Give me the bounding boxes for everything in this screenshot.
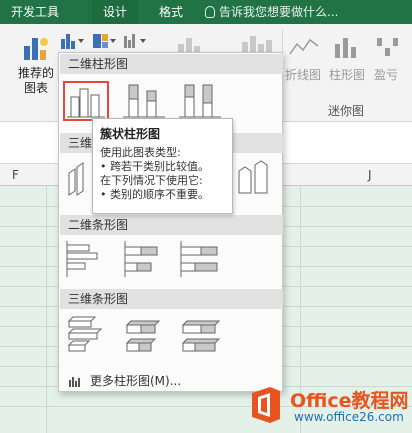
stacked-column-thumb[interactable] xyxy=(121,81,167,121)
column-chart-gallery: 二维柱形图 三维 二维条形图 三维条形图 更多柱形图(M)... xyxy=(58,52,283,392)
clustered-column-thumb[interactable] xyxy=(63,81,109,121)
percent-stacked-bar-thumb[interactable] xyxy=(177,239,223,279)
3d-column-thumb[interactable] xyxy=(231,157,277,197)
tab-developer[interactable]: 开发工具 xyxy=(0,0,70,24)
sparkline-winloss-icon xyxy=(377,38,398,56)
sparkline-line-button[interactable]: 折线图 xyxy=(285,66,321,83)
column-header-f[interactable]: F xyxy=(12,168,19,182)
3d-stacked-bar-thumb[interactable] xyxy=(121,315,167,355)
clustered-column-icon xyxy=(67,88,105,118)
stacked-bar-thumb[interactable] xyxy=(121,239,167,279)
sparkline-column-icon xyxy=(335,38,356,58)
recommended-charts-label: 推荐的 图表 xyxy=(14,66,58,96)
tooltip-line-3: 在下列情况下使用它: xyxy=(100,174,203,187)
pivot-chart-button-faded[interactable] xyxy=(176,34,206,58)
percent-stacked-bar-icon xyxy=(180,241,218,277)
tooltip-line-4: • 类别的顺序不重要。 xyxy=(100,188,209,201)
sparkline-column-button[interactable]: 柱形图 xyxy=(329,66,365,83)
3d-stacked-bar-icon xyxy=(125,320,161,352)
tell-me-text: 告诉我您想要做什么... xyxy=(219,5,339,19)
3d-percent-stacked-bar-icon xyxy=(181,320,221,352)
statistic-chart-button[interactable] xyxy=(122,32,148,50)
recommended-line2: 图表 xyxy=(23,81,48,95)
column-chart-dropdown-button[interactable] xyxy=(60,32,86,50)
3d-clustered-bar-thumb[interactable] xyxy=(63,315,109,355)
sparkline-winloss-button[interactable]: 盈亏 xyxy=(374,66,398,83)
more-charts-icon xyxy=(69,377,80,387)
3d-percent-stacked-bar-thumb[interactable] xyxy=(177,315,223,355)
office-logo-icon xyxy=(252,387,280,423)
watermark-url: www.office26.com xyxy=(294,410,404,424)
more-column-charts-label: 更多柱形图(M)... xyxy=(90,374,182,388)
tab-design[interactable]: 设计 xyxy=(92,0,138,24)
tooltip-title: 簇状柱形图 xyxy=(100,127,161,141)
statistic-chart-icon xyxy=(124,34,146,48)
percent-stacked-column-thumb[interactable] xyxy=(177,81,223,121)
watermark-name: Office教程网 xyxy=(290,390,409,412)
column-chart-icon xyxy=(61,34,84,49)
sparkline-line-icon xyxy=(289,38,319,55)
tab-format[interactable]: 格式 xyxy=(148,0,194,24)
chart-type-tooltip: 簇状柱形图 使用此图表类型: • 跨若干类别比较值。 在下列情况下使用它: • … xyxy=(92,118,233,214)
lightbulb-icon xyxy=(205,6,215,18)
clustered-bar-thumb[interactable] xyxy=(63,239,109,279)
3d-clustered-bar-icon xyxy=(67,316,103,352)
percent-stacked-column-icon xyxy=(179,84,221,118)
tell-me-search[interactable]: 告诉我您想要做什么... xyxy=(205,0,338,24)
3d-column-icon xyxy=(238,160,268,194)
column-header-j[interactable]: J xyxy=(368,168,372,182)
map-chart-button-faded[interactable] xyxy=(238,34,278,58)
stacked-bar-icon xyxy=(124,241,158,277)
watermark: Office教程网 www.office26.com xyxy=(246,382,410,430)
recommended-charts-icon xyxy=(24,38,48,60)
section-2d-bar: 二维条形图 xyxy=(60,215,283,235)
hierarchy-chart-button[interactable] xyxy=(92,32,118,50)
section-2d-column: 二维柱形图 xyxy=(60,54,283,74)
ribbon-tab-bar: 开发工具 设计 格式 告诉我您想要做什么... xyxy=(0,0,412,24)
tooltip-line-1: 使用此图表类型: xyxy=(100,146,181,159)
grid-line xyxy=(46,186,47,433)
sparkline-group-label: 迷你图 xyxy=(328,104,365,118)
clustered-bar-icon xyxy=(66,241,98,277)
section-3d-bar: 三维条形图 xyxy=(60,289,283,309)
tooltip-line-2: • 跨若干类别比较值。 xyxy=(100,160,209,173)
stacked-column-icon xyxy=(123,84,165,118)
hierarchy-chart-icon xyxy=(93,34,116,48)
recommended-line1: 推荐的 xyxy=(17,66,54,80)
